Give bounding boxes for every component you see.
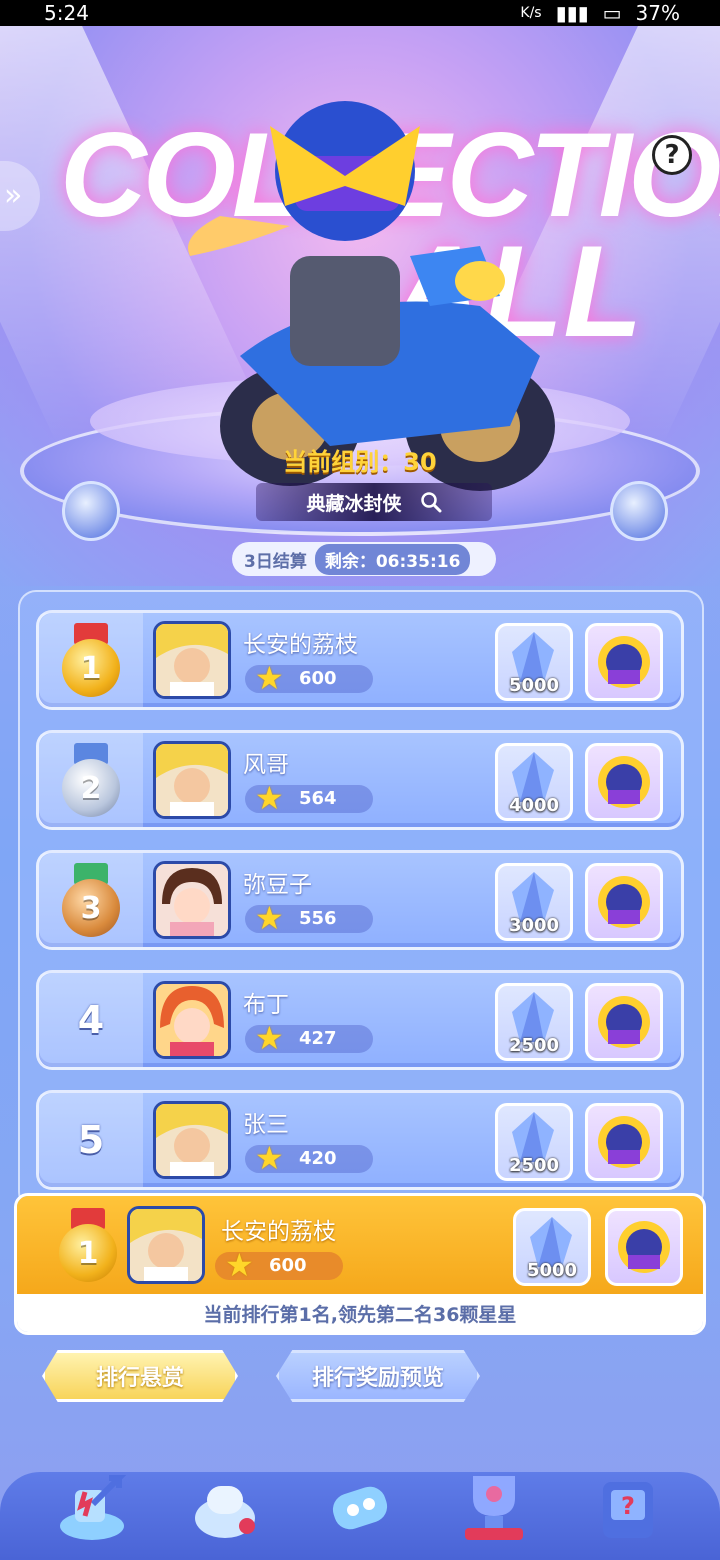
vehicle-badge-reward[interactable]: [585, 743, 663, 821]
rank-cell: 1: [39, 613, 143, 707]
silver-medal-icon: 2: [58, 743, 124, 817]
crystal-reward[interactable]: 2500: [495, 983, 573, 1061]
skin-name-text: 典藏冰封侠: [306, 492, 402, 515]
my-star-count: ★ 600: [215, 1246, 343, 1284]
avatar[interactable]: [153, 1101, 231, 1179]
help-button[interactable]: ?: [652, 135, 692, 175]
my-rank-summary: 当前排行第1名,领先第二名36颗星星: [17, 1294, 703, 1332]
net-speed: K/s: [520, 5, 542, 21]
hero-banner: COLLECTION ALL ? » 当前组别：30 典藏冰封侠: [0, 26, 720, 586]
vehicle-badge-reward[interactable]: [585, 983, 663, 1061]
bronze-medal-icon: 3: [58, 863, 124, 937]
search-icon[interactable]: [420, 491, 442, 513]
avatar[interactable]: [153, 621, 231, 699]
crystal-reward[interactable]: 5000: [495, 623, 573, 701]
star-icon: ★: [255, 1019, 284, 1057]
status-bar: 5:24 K/s ▮▮▮ ▭ 37%: [0, 0, 720, 26]
leaderboard-row-1[interactable]: 1 长安的荔枝 ★ 600 5000: [36, 610, 684, 710]
star-count: ★ 420: [245, 1139, 373, 1177]
nav-gamepad-icon[interactable]: [320, 1464, 400, 1550]
player-name: 长安的荔枝: [243, 632, 358, 658]
nav-whistle-icon[interactable]: [186, 1464, 266, 1550]
nav-trophy-icon[interactable]: [454, 1464, 534, 1550]
player-name: 弥豆子: [243, 872, 312, 898]
star-count: ★ 556: [245, 899, 373, 937]
status-time: 5:24: [44, 1, 89, 25]
vehicle-badge-reward[interactable]: [585, 623, 663, 701]
gold-medal-icon: 1: [55, 1208, 121, 1282]
star-count: ★ 427: [245, 1019, 373, 1057]
svg-text:?: ?: [621, 1492, 635, 1520]
avatar[interactable]: [153, 861, 231, 939]
nav-mystery-box-icon[interactable]: ?: [588, 1464, 668, 1550]
skin-search-bar[interactable]: 典藏冰封侠: [256, 483, 492, 521]
avatar[interactable]: [153, 981, 231, 1059]
vehicle-badge-reward[interactable]: [585, 863, 663, 941]
crystal-reward[interactable]: 2500: [495, 1103, 573, 1181]
leaderboard-row-4[interactable]: 4 布丁 ★ 427 2500: [36, 970, 684, 1070]
status-icons: K/s ▮▮▮ ▭ 37%: [520, 1, 680, 25]
racer-character-image: [188, 101, 555, 491]
battery-icon: ▭: [602, 1, 622, 25]
my-rank-row: 1 长安的荔枝 ★ 600 5000: [17, 1196, 703, 1294]
crystal-reward[interactable]: 4000: [495, 743, 573, 821]
remaining-time: 剩余：06:35:16: [314, 543, 471, 575]
my-vehicle-badge-reward[interactable]: [605, 1208, 683, 1286]
star-icon: ★: [255, 779, 284, 817]
rank-number: 4: [77, 998, 105, 1042]
rank-number: 5: [77, 1118, 105, 1162]
nav-upgrade-icon[interactable]: [52, 1464, 132, 1550]
star-count: ★ 600: [245, 659, 373, 697]
leaderboard-row-3[interactable]: 3 弥豆子 ★ 556 3000: [36, 850, 684, 950]
player-name: 风哥: [243, 752, 289, 778]
leaderboard-row-5[interactable]: 5 张三 ★ 420 2500: [36, 1090, 684, 1190]
star-count: ★ 564: [245, 779, 373, 817]
rank-cell: 5: [39, 1093, 143, 1187]
rank-cell: 2: [39, 733, 143, 827]
star-icon: ★: [255, 659, 284, 697]
star-icon: ★: [255, 899, 284, 937]
my-avatar[interactable]: [127, 1206, 205, 1284]
settlement-timer: 3日结算 剩余：06:35:16: [232, 542, 496, 576]
platform-light-right: [610, 481, 668, 541]
star-icon: ★: [255, 1139, 284, 1177]
battery-level: 37%: [635, 1, 680, 25]
avatar[interactable]: [153, 741, 231, 819]
crystal-reward[interactable]: 3000: [495, 863, 573, 941]
my-rank-card[interactable]: 1 长安的荔枝 ★ 600 5000 当前排行第1名,领先第二名36颗星星: [14, 1193, 706, 1335]
rank-cell: 4: [39, 973, 143, 1067]
platform-light-left: [62, 481, 120, 541]
player-name: 布丁: [243, 992, 289, 1018]
player-name: 张三: [243, 1112, 289, 1138]
my-crystal-reward[interactable]: 5000: [513, 1208, 591, 1286]
settle-period: 3日结算: [244, 551, 307, 572]
leaderboard-row-2[interactable]: 2 风哥 ★ 564 4000: [36, 730, 684, 830]
signal-icon: ▮▮▮: [555, 1, 589, 25]
tab-reward-preview[interactable]: 排行奖励预览: [276, 1350, 480, 1402]
rank-cell: 3: [39, 853, 143, 947]
gold-medal-icon: 1: [58, 623, 124, 697]
vehicle-badge-reward[interactable]: [585, 1103, 663, 1181]
tab-ranking-bounty[interactable]: 排行悬赏: [42, 1350, 238, 1402]
star-icon: ★: [225, 1246, 254, 1284]
current-group-label: 当前组别：30: [283, 448, 437, 476]
my-player-name: 长安的荔枝: [221, 1219, 336, 1245]
